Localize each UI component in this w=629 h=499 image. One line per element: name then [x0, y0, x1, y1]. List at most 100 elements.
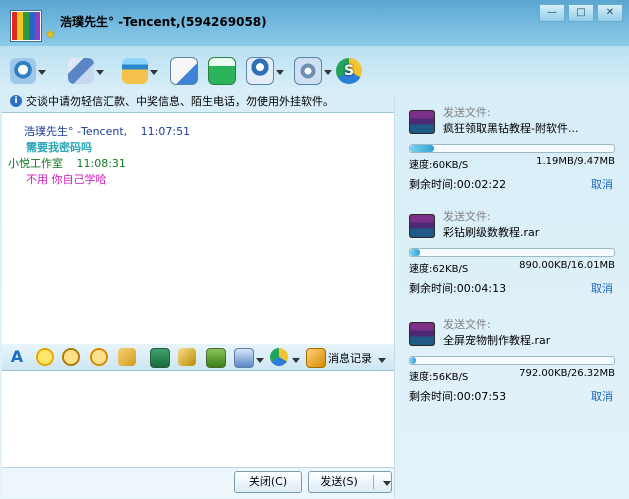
- cancel-transfer-link[interactable]: 取消: [591, 388, 613, 404]
- message-sender: 小悦工作室: [8, 157, 63, 170]
- send-button[interactable]: 发送(S): [308, 471, 392, 493]
- screen-share-icon[interactable]: [234, 348, 254, 368]
- message-history-button[interactable]: 消息记录: [328, 350, 386, 366]
- message-content: 不用 你自己学哈: [26, 173, 107, 186]
- transfer-remaining: 剩余时间:00:04:13: [409, 282, 507, 295]
- gift-icon[interactable]: [206, 348, 226, 368]
- dropdown-caret-icon[interactable]: [377, 357, 386, 363]
- close-window-button[interactable]: ✕: [597, 4, 623, 22]
- maximize-button[interactable]: □: [568, 4, 594, 22]
- transfer-label: 发送文件:: [443, 106, 491, 119]
- transfer-speed: 速度:56KB/S: [409, 372, 469, 383]
- transfer-remaining: 剩余时间:00:07:53: [409, 390, 507, 403]
- chat-history[interactable]: 浩璞先生° -Tencent, 11:07:51 需要我密码吗 小悦工作室 11…: [2, 112, 394, 346]
- cancel-transfer-link[interactable]: 取消: [591, 176, 613, 192]
- mail-button[interactable]: [170, 55, 198, 87]
- transfer-progress-fill: [410, 145, 435, 152]
- tenpay-letter: S: [343, 63, 355, 79]
- webcam-icon: [10, 58, 36, 84]
- transfer-filename: 疯狂领取黑钻教程-附软件...: [443, 122, 579, 135]
- voice-button[interactable]: [68, 55, 104, 87]
- transfer-size: 792.00KB/26.32MB: [519, 368, 615, 379]
- transfer-filename: 全屏宠物制作教程.rar: [443, 334, 551, 347]
- screenshot-icon[interactable]: [150, 348, 170, 368]
- history-icon[interactable]: [306, 348, 326, 368]
- archive-file-icon: [409, 322, 435, 346]
- send-file-button[interactable]: [122, 55, 158, 87]
- add-icon: [208, 57, 236, 85]
- dropdown-caret-icon[interactable]: [276, 69, 284, 75]
- message-header: 小悦工作室 11:08:31: [8, 155, 126, 171]
- message-time: 11:07:51: [140, 125, 191, 138]
- send-options-divider: [372, 475, 374, 489]
- dropdown-caret-icon[interactable]: [324, 69, 332, 75]
- add-contact-button[interactable]: [208, 55, 236, 87]
- profile-icon: [246, 57, 274, 85]
- settings-icon: [294, 57, 322, 85]
- security-notice: i 交谈中请勿轻信汇款、中奖信息、陌生电话，勿使用外挂软件。: [10, 93, 390, 109]
- transfer-label: 发送文件:: [443, 210, 491, 223]
- file-transfer-item: 发送文件: 全屏宠物制作教程.rar 速度:56KB/S 792.00KB/26…: [397, 310, 619, 410]
- dropdown-caret-icon[interactable]: [292, 358, 300, 363]
- transfer-progress-bar: [409, 144, 615, 153]
- tenpay-icon[interactable]: [270, 348, 288, 366]
- dropdown-caret-icon[interactable]: [256, 358, 264, 363]
- title-bar: ★ 浩璞先生° -Tencent,(594269058) — □ ✕: [0, 0, 629, 46]
- close-button[interactable]: 关闭(C): [234, 471, 302, 493]
- send-image-icon[interactable]: [90, 348, 108, 366]
- webcam-button[interactable]: [10, 55, 46, 87]
- transfer-speed: 速度:62KB/S: [409, 264, 469, 275]
- hand-icon[interactable]: [118, 348, 136, 366]
- send-options-icon[interactable]: [383, 480, 391, 486]
- transfer-progress-bar: [409, 248, 615, 257]
- transfer-speed: 速度:60KB/S: [409, 160, 469, 171]
- message-input[interactable]: [2, 371, 394, 467]
- dropdown-caret-icon[interactable]: [38, 69, 46, 75]
- message-content: 需要我密码吗: [26, 141, 92, 154]
- file-transfer-panel: 发送文件: 疯狂领取黑钻教程-附软件... 速度:60KB/S 1.19MB/9…: [397, 98, 629, 499]
- transfer-progress-bar: [409, 356, 615, 365]
- message-header: 浩璞先生° -Tencent, 11:07:51: [24, 123, 190, 139]
- contact-avatar[interactable]: ★: [10, 10, 56, 42]
- mail-icon: [170, 57, 198, 85]
- tenpay-icon: S: [336, 58, 362, 84]
- transfer-filename: 彩钻刷级数教程.rar: [443, 226, 540, 239]
- transfer-label: 发送文件:: [443, 318, 491, 331]
- send-label: 发送(S): [320, 475, 358, 488]
- message-time: 11:08:31: [76, 157, 126, 170]
- font-icon[interactable]: A: [8, 348, 26, 366]
- window-title: 浩璞先生° -Tencent,(594269058): [60, 15, 267, 29]
- cancel-transfer-link[interactable]: 取消: [591, 280, 613, 296]
- archive-file-icon: [409, 110, 435, 134]
- file-transfer-item: 发送文件: 疯狂领取黑钻教程-附软件... 速度:60KB/S 1.19MB/9…: [397, 98, 619, 198]
- folder-share-icon: [122, 58, 148, 84]
- chat-window: ★ 浩璞先生° -Tencent,(594269058) — □ ✕ S i 交…: [0, 0, 629, 499]
- bottom-bar: 关闭(C) 发送(S): [2, 467, 394, 498]
- panel-divider: [394, 98, 395, 498]
- transfer-progress-fill: [410, 357, 417, 364]
- magic-expression-icon[interactable]: [62, 348, 80, 366]
- window-controls: — □ ✕: [539, 4, 623, 22]
- star-icon: ★: [45, 27, 56, 41]
- message-sender: 浩璞先生° -Tencent,: [24, 125, 128, 138]
- transfer-size: 890.00KB/16.01MB: [519, 260, 615, 271]
- transfer-size: 1.19MB/9.47MB: [536, 156, 615, 167]
- microphone-icon: [68, 58, 94, 84]
- transfer-progress-fill: [410, 249, 421, 256]
- transfer-remaining: 剩余时间:00:02:22: [409, 178, 507, 191]
- main-toolbar: S: [10, 55, 362, 89]
- archive-file-icon: [409, 214, 435, 238]
- dropdown-caret-icon[interactable]: [150, 69, 158, 75]
- dropdown-caret-icon[interactable]: [96, 69, 104, 75]
- notice-text: 交谈中请勿轻信汇款、中奖信息、陌生电话，勿使用外挂软件。: [26, 95, 334, 108]
- minimize-button[interactable]: —: [539, 4, 565, 22]
- profile-button[interactable]: [246, 55, 284, 87]
- file-transfer-item: 发送文件: 彩钻刷级数教程.rar 速度:62KB/S 890.00KB/16.…: [397, 202, 619, 302]
- remote-assist-icon[interactable]: [178, 348, 196, 366]
- tenpay-button[interactable]: S: [336, 55, 362, 87]
- format-toolbar: A 消息记录: [2, 344, 394, 371]
- settings-button[interactable]: [294, 55, 332, 87]
- emoji-icon[interactable]: [36, 348, 54, 366]
- info-icon: i: [10, 95, 22, 107]
- message-history-label: 消息记录: [328, 352, 372, 365]
